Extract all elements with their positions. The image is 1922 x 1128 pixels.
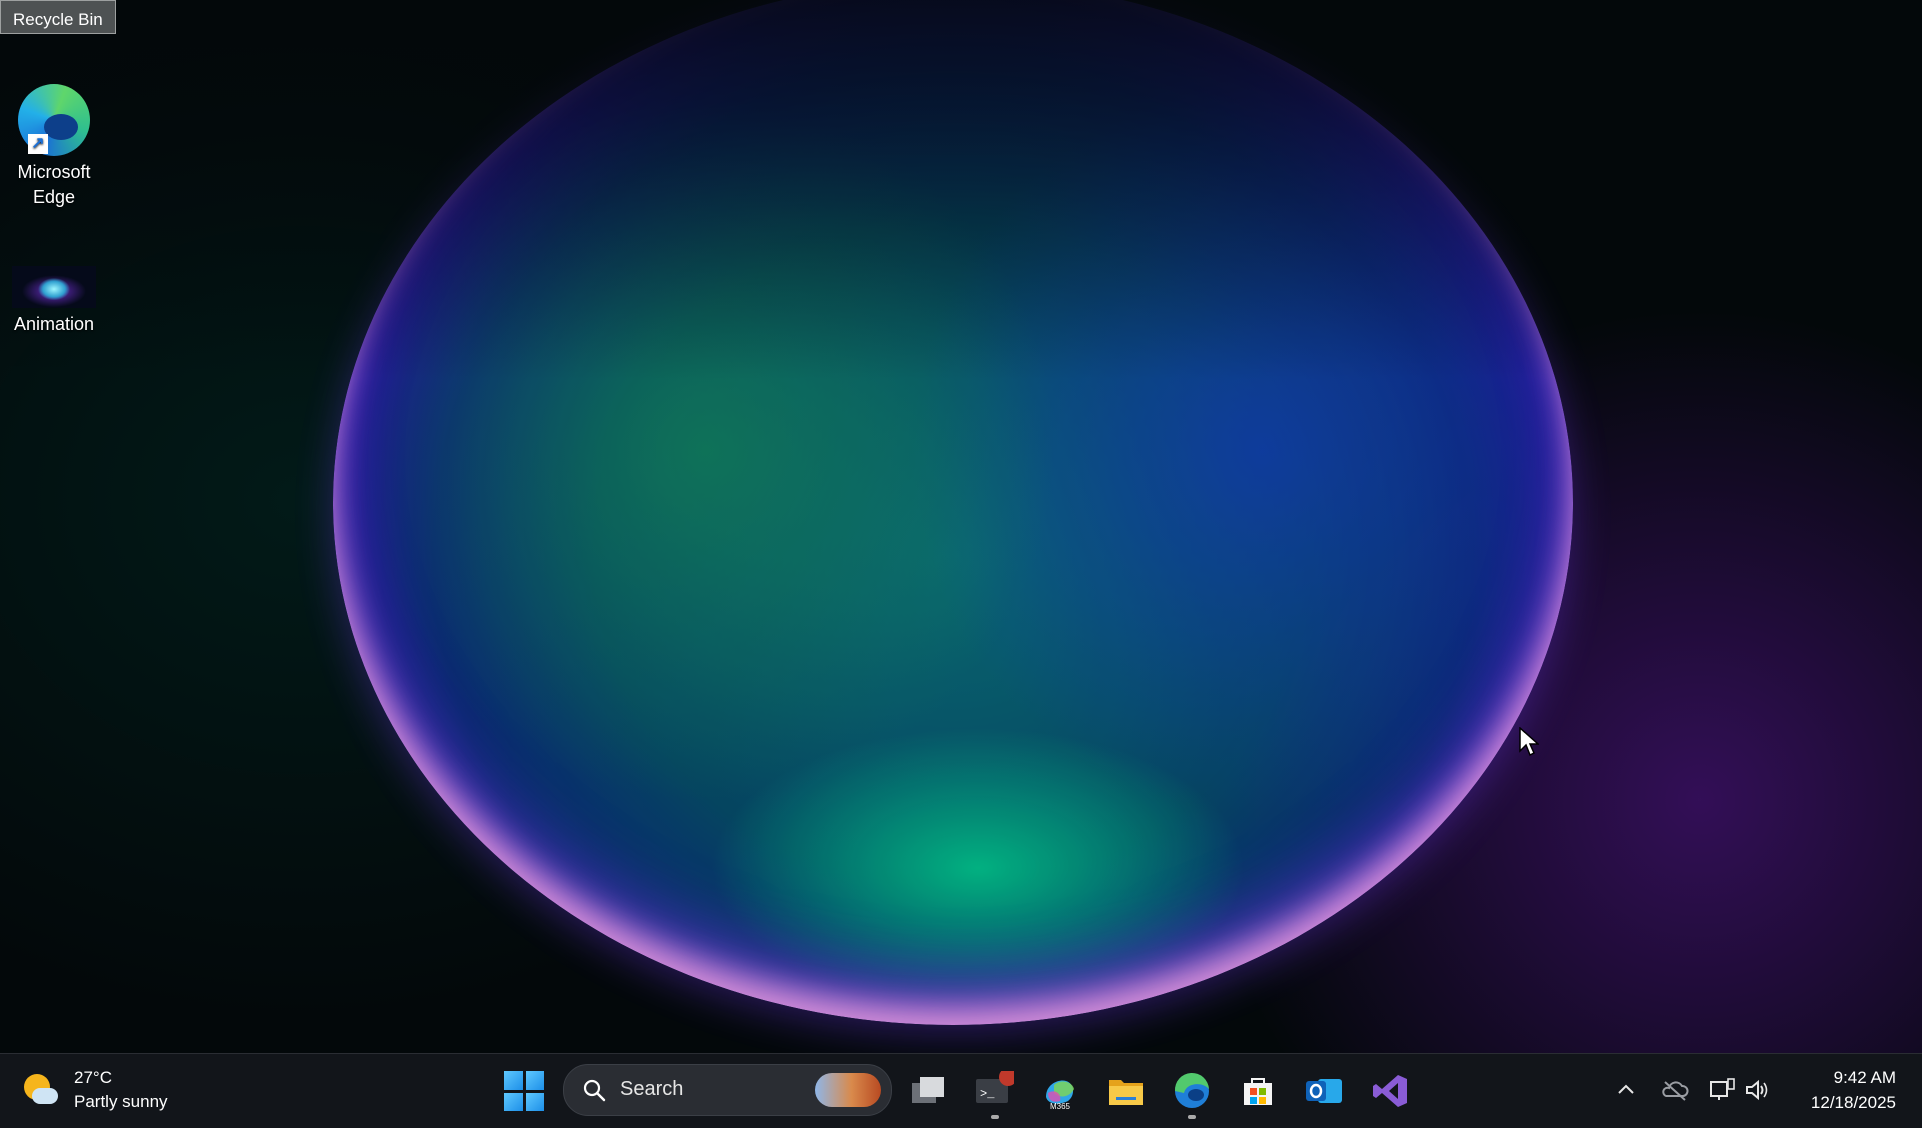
desktop-wallpaper[interactable] xyxy=(0,0,1922,1053)
terminal-running-indicator xyxy=(991,1115,999,1119)
svg-text:>_: >_ xyxy=(980,1087,995,1101)
recycle-bin-label: Recycle Bin xyxy=(13,10,103,29)
desktop-icon-recycle-bin[interactable]: Recycle Bin xyxy=(0,0,116,34)
wallpaper-fade xyxy=(0,0,1922,380)
onedrive-offline-icon[interactable] xyxy=(1661,1076,1689,1104)
animation-label: Animation xyxy=(13,314,95,334)
weather-widget[interactable]: 27°C Partly sunny xyxy=(24,1066,168,1114)
search-highlight-icon xyxy=(815,1073,881,1107)
desktop-icon-animation[interactable]: Animation xyxy=(6,266,102,337)
start-button[interactable] xyxy=(504,1071,544,1111)
windows-logo-icon xyxy=(504,1071,523,1090)
weather-temperature: 27°C xyxy=(74,1068,112,1087)
task-view-icon[interactable] xyxy=(908,1071,948,1111)
desktop-icon-microsoft-edge[interactable]: ↗ Microsoft Edge xyxy=(6,84,102,210)
taskbar: 27°C Partly sunny Search >_ M365 9:42 AM… xyxy=(0,1053,1922,1128)
network-icon[interactable] xyxy=(1708,1076,1736,1104)
animation-thumbnail-icon xyxy=(12,266,96,308)
edge-icon: ↗ xyxy=(18,84,90,156)
store-icon[interactable] xyxy=(1238,1071,1278,1111)
outlook-icon[interactable] xyxy=(1304,1071,1344,1111)
terminal-icon[interactable]: >_ xyxy=(974,1071,1014,1111)
clock-time: 9:42 AM xyxy=(1833,1068,1896,1087)
microsoft-edge-label: Microsoft Edge xyxy=(17,162,91,207)
clock-date: 12/18/2025 xyxy=(1810,1093,1896,1112)
edge-icon[interactable] xyxy=(1172,1071,1212,1111)
chevron-up-icon[interactable] xyxy=(1612,1076,1640,1104)
search-icon xyxy=(583,1079,606,1102)
visual-studio-icon[interactable] xyxy=(1370,1071,1410,1111)
partly-sunny-icon xyxy=(24,1072,60,1108)
volume-icon[interactable] xyxy=(1743,1076,1771,1104)
mouse-cursor-icon xyxy=(1519,727,1539,757)
m365-copilot-icon[interactable]: M365 xyxy=(1040,1071,1080,1111)
svg-text:M365: M365 xyxy=(1050,1102,1071,1111)
clock[interactable]: 9:42 AM 12/18/2025 xyxy=(1811,1065,1896,1115)
file-explorer-icon[interactable] xyxy=(1106,1071,1146,1111)
search-box[interactable]: Search xyxy=(563,1064,892,1116)
search-placeholder: Search xyxy=(620,1078,684,1100)
shortcut-arrow-icon: ↗ xyxy=(28,134,48,154)
edge-running-indicator xyxy=(1188,1115,1196,1119)
weather-condition: Partly sunny xyxy=(74,1092,168,1111)
